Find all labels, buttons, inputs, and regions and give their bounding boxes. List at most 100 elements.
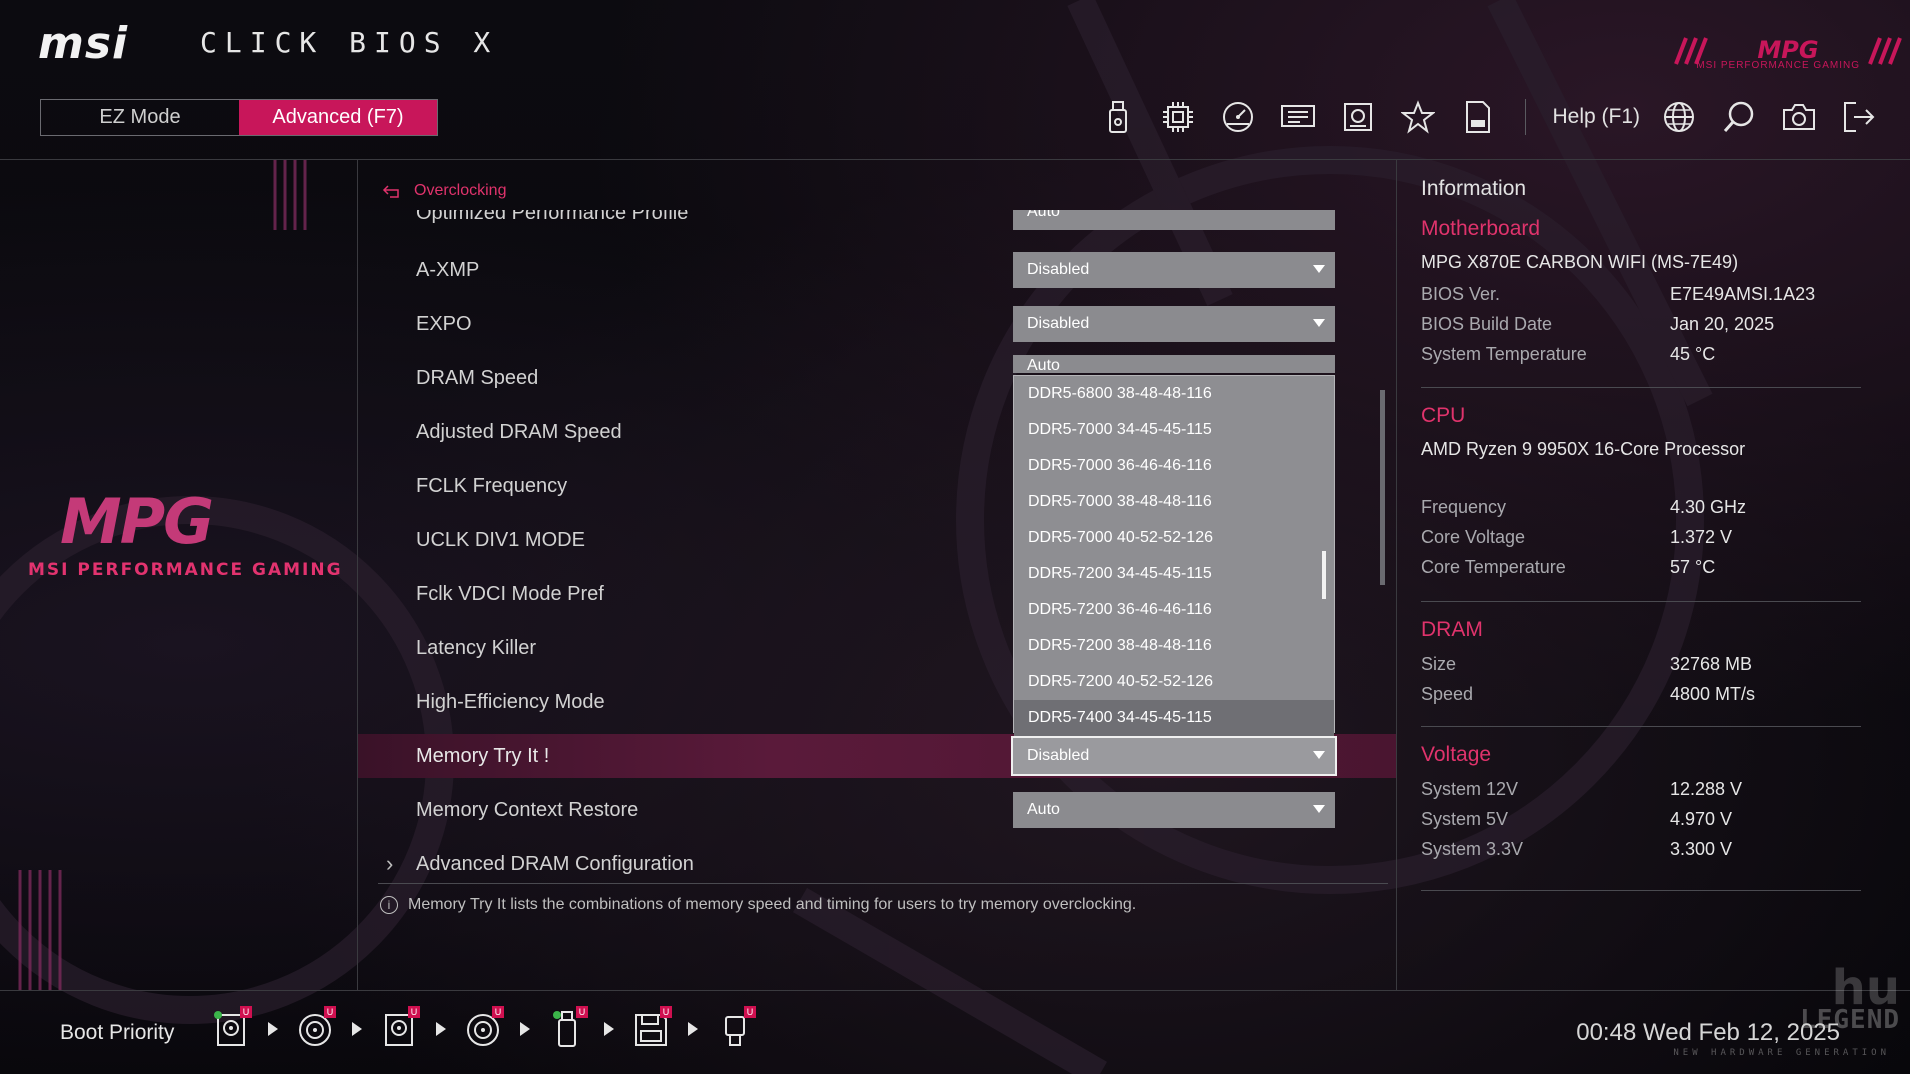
divider bbox=[1421, 890, 1861, 891]
search-icon[interactable] bbox=[1718, 96, 1760, 138]
boot-order-arrow-icon bbox=[268, 1022, 278, 1036]
advanced-mode-button[interactable]: Advanced (F7) bbox=[239, 100, 437, 135]
hint-text: Memory Try It lists the combinations of … bbox=[408, 896, 1137, 913]
dropdown-option[interactable]: DDR5-7000 34-45-45-115 bbox=[1014, 412, 1334, 448]
info-value: E7E49AMSI.1A23 bbox=[1670, 284, 1816, 304]
toolbar: Help (F1) bbox=[1097, 92, 1880, 142]
cpu-chip-icon[interactable] bbox=[1157, 96, 1199, 138]
exit-icon[interactable] bbox=[1838, 96, 1880, 138]
info-row: System 5V 4.970 V bbox=[1421, 809, 1861, 830]
dram-speed-dropdown[interactable]: DDR5-6800 38-48-48-116 DDR5-7000 34-45-4… bbox=[1013, 375, 1335, 736]
select-value: Auto bbox=[1027, 210, 1060, 220]
dropdown-option[interactable]: DDR5-7200 36-46-46-116 bbox=[1014, 592, 1334, 628]
dropdown-option[interactable]: DDR5-7400 34-45-45-115 bbox=[1014, 700, 1334, 736]
screenshot-camera-icon[interactable] bbox=[1778, 96, 1820, 138]
dropdown-option[interactable]: DDR5-7200 40-52-52-126 bbox=[1014, 664, 1334, 700]
setting-select[interactable]: Disabled bbox=[1013, 252, 1335, 288]
settings-panel: Overclocking Optimized Performance Profi… bbox=[358, 160, 1396, 990]
setting-label: FCLK Frequency bbox=[416, 474, 568, 497]
info-row: BIOS Build Date Jan 20, 2025 bbox=[1421, 314, 1861, 335]
setting-label: Adjusted DRAM Speed bbox=[416, 420, 622, 443]
breadcrumb-label: Overclocking bbox=[414, 182, 507, 199]
dropdown-scrollbar[interactable] bbox=[1322, 551, 1326, 599]
language-globe-icon[interactable] bbox=[1658, 96, 1700, 138]
select-value: Auto bbox=[1027, 801, 1060, 818]
boot-order-arrow-icon bbox=[520, 1022, 530, 1036]
optical-disc-icon[interactable]: U bbox=[464, 1006, 504, 1049]
usb-stick-icon[interactable] bbox=[1097, 96, 1139, 138]
dram-heading: DRAM bbox=[1421, 618, 1483, 641]
dropdown-option[interactable]: DDR5-7200 38-48-48-116 bbox=[1014, 628, 1334, 664]
info-row: Size 32768 MB bbox=[1421, 654, 1861, 675]
info-value: 32768 MB bbox=[1670, 654, 1753, 674]
motherboard-model: MPG X870E CARBON WIFI (MS-7E49) bbox=[1421, 252, 1739, 272]
setting-select[interactable]: Auto bbox=[1013, 210, 1335, 230]
setting-label[interactable]: Optimized Performance Profile bbox=[416, 210, 688, 225]
dropdown-option[interactable]: DDR5-7000 40-52-52-126 bbox=[1014, 520, 1334, 556]
select-value: Disabled bbox=[1027, 315, 1090, 332]
setting-label: EXPO bbox=[416, 312, 472, 335]
info-key: BIOS Ver. bbox=[1421, 284, 1501, 304]
info-key: BIOS Build Date bbox=[1421, 314, 1553, 334]
help-button[interactable]: Help (F1) bbox=[1552, 105, 1640, 129]
setting-label: Memory Try It ! bbox=[416, 744, 550, 767]
hdd-icon[interactable]: U bbox=[380, 1006, 420, 1049]
breadcrumb[interactable]: Overclocking bbox=[382, 182, 506, 200]
boot-order-arrow-icon bbox=[436, 1022, 446, 1036]
settings-scrollbar[interactable] bbox=[1380, 390, 1385, 585]
setting-select[interactable]: Disabled bbox=[1013, 306, 1335, 342]
header: msi CLICK BIOS X EZ Mode Advanced (F7) M… bbox=[0, 0, 1910, 160]
dropdown-option[interactable]: DDR5-7200 34-45-45-115 bbox=[1014, 556, 1334, 592]
cpu-model: AMD Ryzen 9 9950X 16-Core Processor bbox=[1421, 439, 1746, 459]
favorite-star-icon[interactable] bbox=[1397, 96, 1439, 138]
boot-order-arrow-icon bbox=[688, 1022, 698, 1036]
dropdown-option[interactable]: DDR5-7000 36-46-46-116 bbox=[1014, 448, 1334, 484]
info-key: Core Voltage bbox=[1421, 527, 1526, 547]
optical-disc-icon[interactable]: U bbox=[296, 1006, 336, 1049]
info-value: 4800 MT/s bbox=[1670, 684, 1756, 704]
hdd-icon[interactable]: U bbox=[212, 1006, 252, 1049]
mode-switch: EZ Mode Advanced (F7) bbox=[40, 99, 438, 136]
setting-row-advanced-dram-config[interactable]: › Advanced DRAM Configuration bbox=[358, 842, 1396, 886]
setting-row-memory-try-it[interactable]: Memory Try It ! Disabled bbox=[358, 734, 1396, 778]
info-key: Size bbox=[1421, 654, 1457, 674]
setting-label: Fclk VDCI Mode Pref bbox=[416, 582, 604, 605]
divider bbox=[1421, 726, 1861, 727]
info-key: System Temperature bbox=[1421, 344, 1587, 364]
dropdown-option[interactable]: DDR5-6800 38-48-48-116 bbox=[1014, 376, 1334, 412]
hardware-monitor-icon[interactable] bbox=[1337, 96, 1379, 138]
info-key: System 3.3V bbox=[1421, 839, 1524, 859]
info-value: 4.30 GHz bbox=[1670, 497, 1747, 517]
setting-select[interactable]: Auto bbox=[1013, 792, 1335, 828]
ez-mode-button[interactable]: EZ Mode bbox=[41, 100, 239, 135]
setting-label: DRAM Speed bbox=[416, 366, 539, 389]
watermark-sub: NEW HARDWARE GENERATION bbox=[1673, 1048, 1890, 1058]
setting-row-expo[interactable]: EXPO Disabled bbox=[358, 302, 1396, 346]
divider bbox=[1421, 601, 1861, 602]
mpg-tagline: MSI PERFORMANCE GAMING bbox=[28, 560, 343, 580]
dropdown-arrow-icon bbox=[1313, 319, 1325, 327]
speedometer-icon[interactable] bbox=[1217, 96, 1259, 138]
info-row: System 3.3V 3.300 V bbox=[1421, 839, 1861, 860]
memory-card-icon[interactable] bbox=[1277, 96, 1319, 138]
setting-select[interactable]: Auto bbox=[1013, 355, 1335, 373]
info-value: 1.372 V bbox=[1670, 527, 1733, 547]
floppy-icon[interactable]: U bbox=[632, 1006, 672, 1049]
info-value: Jan 20, 2025 bbox=[1670, 314, 1775, 334]
setting-select[interactable]: Disabled bbox=[1011, 736, 1337, 776]
boot-priority-label: Boot Priority bbox=[60, 1021, 175, 1044]
info-row: Core Voltage 1.372 V bbox=[1421, 527, 1861, 548]
bios-title: CLICK BIOS X bbox=[200, 26, 499, 59]
info-key: Frequency bbox=[1421, 497, 1507, 517]
voltage-heading: Voltage bbox=[1421, 743, 1492, 766]
select-value: Disabled bbox=[1027, 261, 1090, 278]
usb-key-icon[interactable]: U bbox=[716, 1006, 756, 1049]
back-arrow-icon bbox=[382, 185, 399, 198]
setting-row-axmp[interactable]: A-XMP Disabled bbox=[358, 248, 1396, 292]
info-value: 4.970 V bbox=[1670, 809, 1733, 829]
log-file-icon[interactable] bbox=[1457, 96, 1499, 138]
info-row: BIOS Ver. E7E49AMSI.1A23 bbox=[1421, 284, 1861, 305]
setting-row-memory-context-restore[interactable]: Memory Context Restore Auto bbox=[358, 788, 1396, 832]
usb-drive-icon[interactable]: U bbox=[548, 1006, 588, 1049]
dropdown-option[interactable]: DDR5-7000 38-48-48-116 bbox=[1014, 484, 1334, 520]
